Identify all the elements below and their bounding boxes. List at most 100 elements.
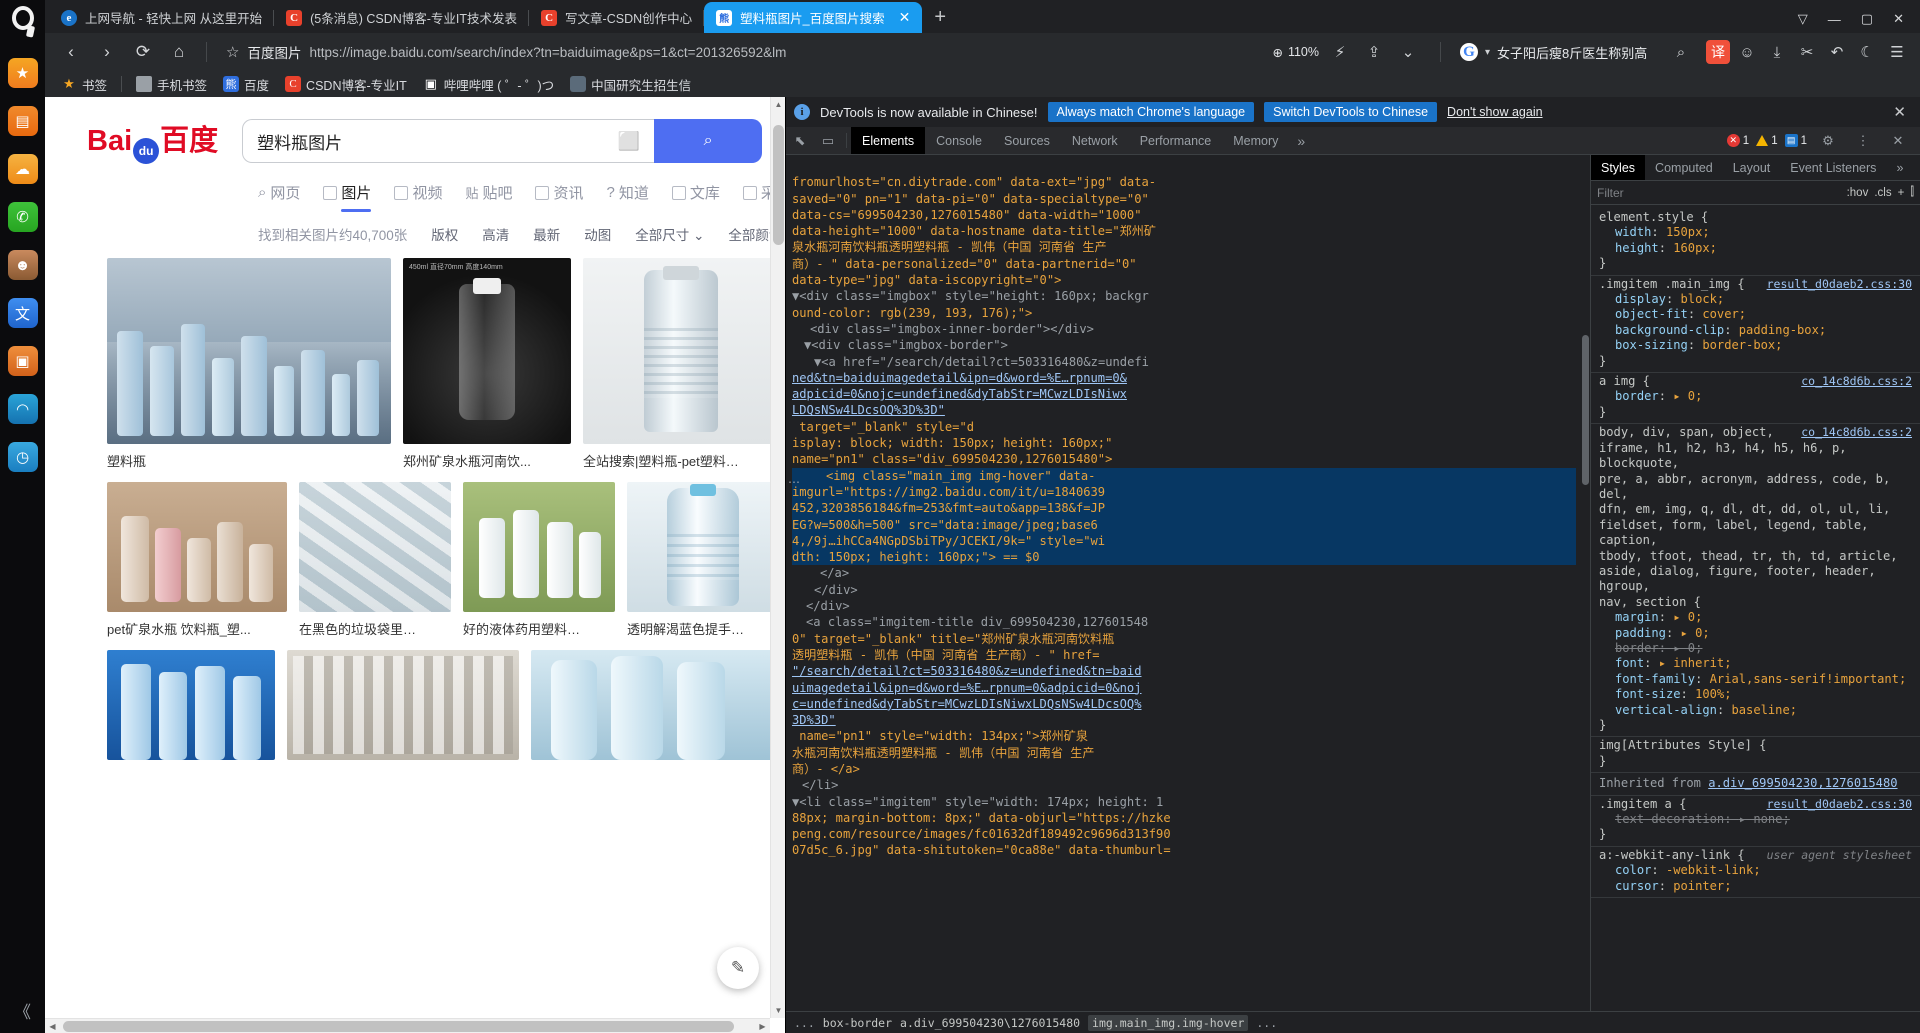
- result-item[interactable]: 塑料瓶: [107, 258, 391, 470]
- dom-line[interactable]: peng.com/resource/images/fc01632df189492…: [792, 826, 1576, 842]
- css-declaration-disabled[interactable]: text-decoration: ▸ none;: [1599, 812, 1912, 827]
- result-item[interactable]: [107, 650, 275, 760]
- styles-filter-input[interactable]: Filter: [1597, 186, 1841, 200]
- dom-line[interactable]: 0" target="_blank" title="郑州矿泉水瓶河南饮料瓶: [792, 631, 1576, 647]
- close-icon[interactable]: ✕: [1884, 133, 1912, 149]
- dom-line[interactable]: uimagedetail&ipn=d&word=%E…rpnum=0&adpic…: [792, 680, 1576, 696]
- style-rule[interactable]: img[Attributes Style] { }: [1591, 737, 1920, 774]
- css-declaration[interactable]: box-sizing: border-box;: [1599, 338, 1912, 353]
- css-declaration[interactable]: background-clip: padding-box;: [1599, 323, 1912, 338]
- scissors-icon[interactable]: ✂: [1794, 43, 1820, 61]
- css-declaration[interactable]: cursor: pointer;: [1599, 879, 1912, 894]
- css-declaration[interactable]: vertical-align: baseline;: [1599, 703, 1912, 718]
- tab-memory[interactable]: Memory: [1222, 127, 1289, 154]
- rule-selector-line[interactable]: dfn, em, img, q, dl, dt, dd, ol, ul, li,: [1599, 502, 1912, 517]
- prop-value[interactable]: ▸ 0;: [1681, 626, 1710, 640]
- tab-elements[interactable]: Elements: [851, 127, 926, 154]
- search-submit-button[interactable]: ⌕: [654, 119, 763, 163]
- prop-name[interactable]: text-decoration: [1615, 812, 1724, 826]
- rule-selector-line[interactable]: iframe, h1, h2, h3, h4, h5, h6, p, block…: [1599, 441, 1912, 472]
- browser-tab-0[interactable]: e 上网导航 - 轻快上网 从这里开始: [49, 2, 275, 33]
- bookmark-item-2[interactable]: 熊 百度: [217, 73, 275, 96]
- prop-name[interactable]: margin: [1615, 610, 1659, 624]
- close-icon[interactable]: ✕: [893, 9, 911, 26]
- star-icon[interactable]: ★: [7, 58, 38, 88]
- result-thumbnail[interactable]: [463, 482, 615, 612]
- result-thumbnail[interactable]: [287, 650, 519, 760]
- dom-line[interactable]: <a class="imgitem-title div_699504230,12…: [792, 614, 1576, 630]
- prop-value[interactable]: border-box;: [1702, 338, 1782, 352]
- dom-line[interactable]: 商）- </a>: [792, 761, 1576, 777]
- result-item[interactable]: 好的液体药用塑料…: [463, 482, 615, 638]
- style-rule[interactable]: element.style { width: 150px; height: 16…: [1591, 209, 1920, 276]
- browser-tab-1[interactable]: C (5条消息) CSDN博客-专业IT技术发表: [274, 2, 529, 33]
- new-style-rule-button[interactable]: +: [1898, 187, 1905, 199]
- tab-computed[interactable]: Computed: [1645, 155, 1723, 180]
- chevron-down-icon[interactable]: ⌄: [1395, 43, 1421, 61]
- star-icon[interactable]: ☆: [226, 43, 239, 61]
- result-item[interactable]: 透明解渴蓝色提手…: [627, 482, 779, 638]
- breadcrumb-item-selected[interactable]: img.main_img.img-hover: [1088, 1014, 1249, 1031]
- prop-name[interactable]: font-size: [1615, 687, 1681, 701]
- baidu-logo[interactable]: Bai du 百度: [87, 119, 218, 164]
- tab-console[interactable]: Console: [925, 127, 993, 154]
- prop-name[interactable]: object-fit: [1615, 307, 1688, 321]
- dom-line[interactable]: 商）- " data-personalized="0" data-partner…: [792, 256, 1576, 272]
- dom-line-selected[interactable]: imgurl="https://img2.baidu.com/it/u=1840…: [792, 483, 1576, 501]
- css-declaration[interactable]: padding: ▸ 0;: [1599, 626, 1912, 641]
- smiley-icon[interactable]: ☺: [1734, 44, 1760, 61]
- tab-layout[interactable]: Layout: [1723, 155, 1781, 180]
- dom-line[interactable]: ned&tn=baiduimagedetail&ipn=d&word=%E…rp…: [792, 370, 1576, 386]
- result-caption[interactable]: 郑州矿泉水瓶河南饮...: [403, 451, 571, 470]
- scroll-right-arrow[interactable]: ▶: [755, 1019, 770, 1033]
- prop-name[interactable]: padding: [1615, 626, 1666, 640]
- rule-source-link[interactable]: result_d0daeb2.css:30: [1767, 277, 1912, 292]
- performance-icon[interactable]: ⚡: [1327, 43, 1353, 61]
- more-vertical-icon[interactable]: ⋮: [1849, 133, 1877, 149]
- result-thumbnail[interactable]: [531, 650, 775, 760]
- breadcrumb-overflow[interactable]: ...: [794, 1016, 815, 1030]
- css-declaration[interactable]: display: block;: [1599, 292, 1912, 307]
- dom-line[interactable]: ▼<a href="/search/detail?ct=503316480&z=…: [792, 354, 1576, 370]
- result-thumbnail[interactable]: [107, 650, 275, 760]
- tab-wenku[interactable]: 文库: [671, 182, 720, 212]
- result-item[interactable]: pet矿泉水瓶 饮料瓶_塑...: [107, 482, 287, 638]
- prop-value[interactable]: cover;: [1702, 307, 1746, 321]
- scroll-up-arrow[interactable]: ▲: [771, 97, 785, 112]
- prop-name[interactable]: display: [1615, 292, 1666, 306]
- more-tabs-icon[interactable]: »: [1886, 155, 1913, 180]
- rule-selector-line[interactable]: fieldset, form, label, legend, table, ca…: [1599, 518, 1912, 549]
- prop-value[interactable]: ▸ 0;: [1673, 389, 1702, 403]
- toolbar-search[interactable]: G ▾ 女子阳后瘦8斤医生称别高 ⌕: [1452, 38, 1702, 66]
- chart-icon[interactable]: ◠: [7, 394, 38, 424]
- inherited-source-link[interactable]: a.div_699504230,1276015480: [1708, 776, 1897, 790]
- css-declaration[interactable]: font: ▸ inherit;: [1599, 656, 1912, 671]
- dom-line[interactable]: ▼<div class="imgbox" style="height: 160p…: [792, 288, 1576, 304]
- browser-tab-3[interactable]: 熊 塑料瓶图片_百度图片搜索 ✕: [704, 2, 923, 33]
- css-declaration-disabled[interactable]: border: ▸ 0;: [1599, 641, 1912, 656]
- dom-line[interactable]: </a>: [792, 565, 1576, 581]
- rule-source-link[interactable]: co_14c8d6b.css:2: [1801, 374, 1912, 389]
- dom-line[interactable]: 07d5c_6.jpg" data-shitutoken="0ca88e" da…: [792, 842, 1576, 858]
- scroll-thumb[interactable]: [773, 125, 784, 245]
- moon-icon[interactable]: ☾: [1854, 43, 1880, 61]
- result-thumbnail[interactable]: [299, 482, 451, 612]
- css-declaration[interactable]: height: 160px;: [1599, 241, 1912, 256]
- dom-line[interactable]: ▼<li class="imgitem" style="width: 174px…: [792, 794, 1576, 810]
- menu-icon[interactable]: ☰: [1884, 43, 1910, 61]
- dom-line[interactable]: 88px; margin-bottom: 8px;" data-objurl="…: [792, 810, 1576, 826]
- warning-badge[interactable]: 1: [1756, 135, 1778, 147]
- dom-line[interactable]: </li>: [792, 777, 1576, 793]
- avatar-icon[interactable]: ☻: [7, 250, 38, 280]
- close-icon[interactable]: ✕: [1893, 103, 1912, 121]
- dom-line[interactable]: </div>: [792, 582, 1576, 598]
- rule-selector-line[interactable]: aside, dialog, figure, footer, header, h…: [1599, 564, 1912, 595]
- forward-button[interactable]: ›: [91, 37, 123, 67]
- dom-line[interactable]: data-type="jpg" data-iscopyright="0">: [792, 272, 1576, 288]
- dom-line-selected[interactable]: EG?w=500&h=500" src="data:image/jpeg;bas…: [792, 516, 1576, 533]
- tab-image[interactable]: 图片: [323, 182, 372, 212]
- style-rule[interactable]: co_14c8d6b.css:2 body, div, span, object…: [1591, 424, 1920, 738]
- result-caption[interactable]: 好的液体药用塑料…: [463, 619, 615, 638]
- css-declaration[interactable]: color: -webkit-link;: [1599, 863, 1912, 878]
- dom-line[interactable]: 3D%3D": [792, 712, 1576, 728]
